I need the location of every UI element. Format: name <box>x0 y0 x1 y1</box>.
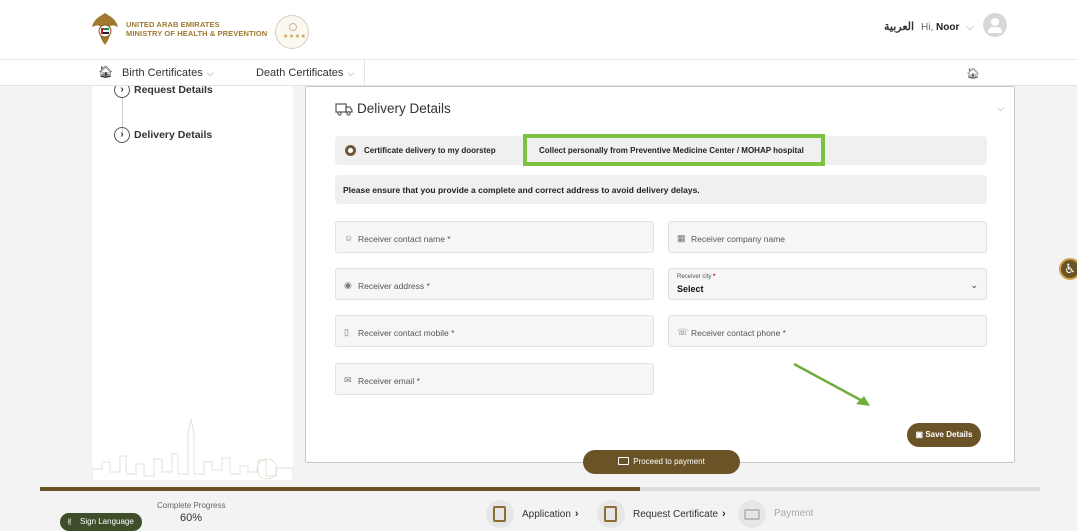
nav-label: Birth Certificates <box>122 67 203 79</box>
user-circle-icon: ☺ <box>344 233 354 243</box>
contact-name-placeholder: Receiver contact name * <box>358 234 451 244</box>
phone-icon: ☏ <box>677 327 689 337</box>
payment-card-icon <box>738 500 766 528</box>
city-label-text: Receiver city <box>677 274 712 280</box>
delivery-details-card: Delivery Details ⌵ Certificate delivery … <box>305 86 1015 463</box>
chevron-down-icon: ⌵ <box>347 68 355 78</box>
rating-badge: ★★★★ <box>275 15 309 49</box>
required-mark: * <box>713 274 716 280</box>
wizard-label: Request Certificate <box>633 509 719 520</box>
contact-name-field[interactable]: ☺ Receiver contact name * <box>335 221 654 253</box>
home-icon[interactable]: 🏠︎ <box>966 67 980 80</box>
steps-sidebar: › Request Details › Delivery Details <box>92 86 293 481</box>
company-name-field[interactable]: ▦ Receiver company name <box>668 221 987 253</box>
location-pin-icon: ◉ <box>344 280 352 290</box>
city-value: Select <box>677 284 704 294</box>
chevron-down-icon: ⌄ <box>970 280 978 290</box>
sign-language-label: Sign Language <box>80 517 134 526</box>
contact-mobile-field[interactable]: ▯ Receiver contact mobile * <box>335 315 654 347</box>
chevron-down-icon[interactable]: ⌵ <box>997 103 1004 114</box>
card-header[interactable]: Delivery Details <box>335 101 451 116</box>
chevron-right-icon: › <box>574 508 579 520</box>
skyline-decoration <box>92 418 293 481</box>
nav-label: Death Certificates <box>256 67 344 79</box>
option-doorstep-label[interactable]: Certificate delivery to my doorstep <box>364 146 496 155</box>
org-line2: MINISTRY OF HEALTH & PREVENTION <box>126 29 268 38</box>
user-menu[interactable]: Hi, Noor ⌵ <box>921 22 974 33</box>
chevron-right-icon: › <box>114 86 130 98</box>
avatar[interactable] <box>983 13 1007 37</box>
org-line1: UNITED ARAB EMIRATES <box>126 20 220 29</box>
progress-bar <box>40 487 1040 491</box>
save-details-button[interactable]: ▣ Save Details <box>907 423 981 447</box>
nav-item-birth-certificates[interactable]: Birth Certificates ⌵ <box>122 67 214 79</box>
building-icon: ▦ <box>677 233 686 243</box>
credit-card-icon <box>618 456 630 465</box>
email-field[interactable]: ✉ Receiver email * <box>335 363 654 395</box>
user-name: Noor <box>936 22 960 33</box>
accessibility-icon[interactable]: ♿︎ <box>1059 258 1077 280</box>
city-label: Receiver city * <box>677 274 715 280</box>
language-toggle[interactable]: العربية <box>884 20 914 33</box>
address-field[interactable]: ◉ Receiver address * <box>335 268 654 300</box>
step-request-details[interactable]: › Request Details <box>114 86 213 98</box>
save-icon: ▣ <box>915 430 926 439</box>
step-delivery-details[interactable]: › Delivery Details <box>114 127 212 143</box>
save-button-label: Save Details <box>925 430 973 439</box>
hand-icon: ✌︎ <box>66 517 74 527</box>
delivery-method-selector: Certificate delivery to my doorstep Coll… <box>335 134 987 166</box>
sign-language-button[interactable]: ✌︎ Sign Language <box>60 513 142 531</box>
progress-value: 60% <box>180 512 203 524</box>
nav-divider <box>364 60 365 87</box>
address-notice: Please ensure that you provide a complet… <box>335 175 987 204</box>
progress-fill <box>40 487 640 491</box>
wizard-label: Application <box>522 509 571 520</box>
annotation-arrow <box>793 362 870 406</box>
greeting-prefix: Hi, <box>921 22 934 33</box>
application-icon <box>486 500 514 528</box>
contact-phone-field[interactable]: ☏ Receiver contact phone * <box>668 315 987 347</box>
chevron-right-icon: › <box>722 508 726 520</box>
company-name-placeholder: Receiver company name <box>691 234 786 244</box>
progress-label: Complete Progress <box>157 501 226 510</box>
chevron-down-icon: ⌵ <box>206 68 214 78</box>
option-collect-highlight[interactable]: Collect personally from Preventive Medic… <box>523 134 825 166</box>
top-header: UNITED ARAB EMIRATES MINISTRY OF HEALTH … <box>0 0 1077 59</box>
proceed-label: Proceed to payment <box>633 457 705 466</box>
city-select[interactable]: Receiver city * Select ⌄ <box>668 268 987 300</box>
proceed-to-payment-button[interactable]: Proceed to payment <box>583 450 740 474</box>
badge-emblem-icon <box>289 23 297 31</box>
contact-phone-placeholder: Receiver contact phone * <box>691 328 786 338</box>
email-placeholder: Receiver email * <box>358 376 420 386</box>
request-certificate-icon <box>597 500 625 528</box>
truck-icon <box>335 103 353 116</box>
ministry-name[interactable]: UNITED ARAB EMIRATES MINISTRY OF HEALTH … <box>126 20 267 38</box>
badge-stars: ★★★★ <box>283 34 307 40</box>
uae-emblem-icon <box>92 13 118 45</box>
step-label: Delivery Details <box>134 128 213 141</box>
step-label: Request Details <box>134 86 213 96</box>
main-nav: 🏠︎ Birth Certificates ⌵ Death Certificate… <box>0 59 1077 87</box>
nav-item-death-certificates[interactable]: Death Certificates ⌵ <box>256 67 354 79</box>
chevron-right-icon: › <box>114 127 130 143</box>
address-placeholder: Receiver address * <box>358 281 430 291</box>
chevron-down-icon: ⌵ <box>966 22 974 33</box>
home-icon[interactable]: 🏠︎ <box>98 65 113 79</box>
option-collect-label[interactable]: Collect personally from Preventive Medic… <box>539 146 804 155</box>
mobile-phone-icon: ▯ <box>344 327 349 337</box>
card-title: Delivery Details <box>357 101 451 116</box>
radio-doorstep[interactable] <box>345 145 356 156</box>
envelope-icon: ✉ <box>344 375 352 385</box>
contact-mobile-placeholder: Receiver contact mobile * <box>358 328 455 338</box>
wizard-label: Payment <box>774 508 814 519</box>
